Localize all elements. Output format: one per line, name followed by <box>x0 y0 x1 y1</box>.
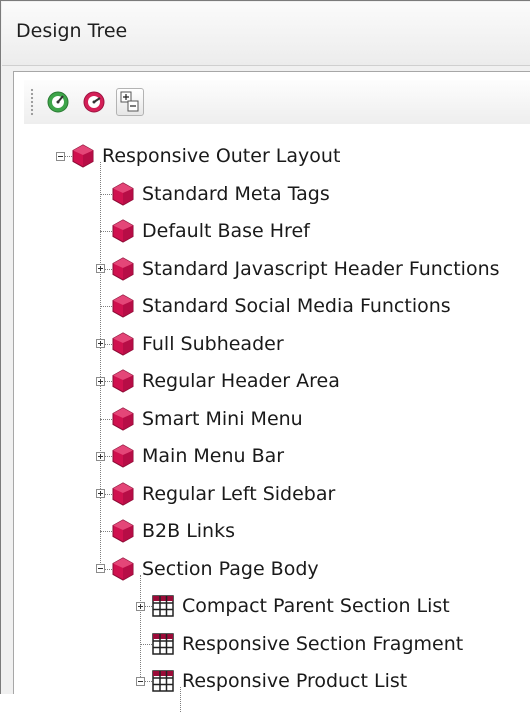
grid-table-icon <box>152 595 174 617</box>
layout-hexagon-icon <box>112 256 134 281</box>
tree-connector-line <box>180 687 181 712</box>
layout-hexagon-icon <box>112 294 134 318</box>
layout-hexagon-icon <box>112 481 134 506</box>
layout-hexagon-icon <box>112 369 134 393</box>
expand-toggle-icon[interactable] <box>95 339 105 348</box>
design-tree: Responsive Outer Layout Standard Meta Tag… <box>14 72 530 712</box>
tree-node-label[interactable]: Regular Header Area <box>142 369 340 393</box>
expand-toggle-icon[interactable] <box>95 451 105 461</box>
tree-connector-line <box>140 574 141 681</box>
layout-hexagon-icon <box>112 444 134 468</box>
tree-node-label[interactable]: Regular Left Sidebar <box>142 482 335 506</box>
tree-node-label[interactable]: Standard Social Media Functions <box>142 294 451 318</box>
design-tree-window: Design Tree Responsive Outer Layout Stan… <box>0 0 530 712</box>
expand-toggle-icon[interactable] <box>95 489 105 498</box>
tree-node-label[interactable]: Responsive Outer Layout <box>102 144 340 168</box>
expand-toggle-icon[interactable] <box>95 264 105 273</box>
window-title: Design Tree <box>16 20 128 42</box>
tree-node-label[interactable]: B2B Links <box>142 519 235 543</box>
layout-hexagon-icon <box>112 181 134 206</box>
collapse-toggle-icon[interactable] <box>55 151 65 161</box>
tree-panel: Responsive Outer Layout Standard Meta Tag… <box>13 71 530 712</box>
layout-hexagon-icon <box>112 519 134 543</box>
collapse-toggle-icon[interactable] <box>135 676 145 686</box>
collapse-toggle-icon[interactable] <box>95 564 105 573</box>
layout-hexagon-icon <box>112 406 134 431</box>
tree-node-label[interactable]: Responsive Product List <box>182 669 407 693</box>
layout-hexagon-icon <box>112 331 134 356</box>
grid-table-icon <box>152 670 174 692</box>
layout-hexagon-icon <box>112 556 134 581</box>
tree-node-label[interactable]: Standard Javascript Header Functions <box>142 257 500 281</box>
tree-node-label[interactable]: Smart Mini Menu <box>142 407 303 431</box>
tree-node-label[interactable]: Default Base Href <box>142 219 310 243</box>
tree-node-label[interactable]: Compact Parent Section List <box>182 594 450 618</box>
window-title-bar: Design Tree <box>2 2 530 66</box>
layout-hexagon-icon <box>112 219 134 243</box>
tree-node-label[interactable]: Full Subheader <box>142 332 284 356</box>
tree-node-label[interactable]: Section Page Body <box>142 557 319 581</box>
tree-node-label[interactable]: Main Menu Bar <box>142 444 284 468</box>
layout-hexagon-icon <box>72 144 94 168</box>
tree-node-label[interactable]: Responsive Section Fragment <box>182 632 463 656</box>
tree-connector-line <box>100 162 101 569</box>
grid-table-icon <box>152 632 174 655</box>
tree-node-label[interactable]: Standard Meta Tags <box>142 182 330 206</box>
expand-toggle-icon[interactable] <box>135 601 145 611</box>
expand-toggle-icon[interactable] <box>95 376 105 386</box>
